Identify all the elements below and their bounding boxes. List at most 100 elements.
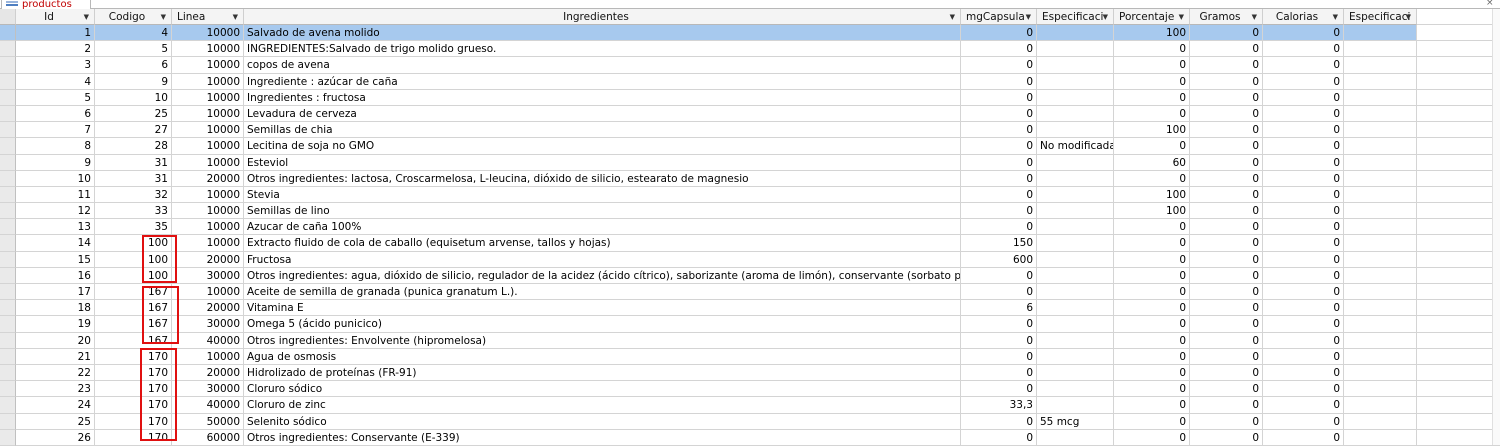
cell-calorias[interactable]: 0 (1263, 122, 1344, 139)
cell-linea[interactable]: 20000 (172, 364, 244, 382)
table-row[interactable]: 7 27 10000 Semillas de chia 0 100 0 0 (0, 122, 1500, 139)
cell-especificacion[interactable] (1037, 203, 1114, 220)
cell-calorias[interactable]: 0 (1263, 348, 1344, 365)
cell-codigo[interactable]: 170 (95, 429, 172, 446)
cell-linea[interactable]: 10000 (172, 284, 244, 301)
table-row[interactable]: 24 170 40000 Cloruro de zinc 33,3 0 0 0 (0, 397, 1500, 414)
column-header-calorias[interactable]: Calorias ▼ (1263, 9, 1344, 25)
cell-especificacion[interactable] (1037, 170, 1114, 187)
cell-especificacion[interactable] (1037, 122, 1114, 139)
cell-especificacion[interactable] (1037, 348, 1114, 365)
row-selector[interactable] (0, 122, 16, 139)
cell-mgcapsula[interactable]: 33,3 (961, 397, 1037, 414)
cell-id[interactable]: 6 (16, 105, 95, 123)
cell-mgcapsula[interactable]: 0 (961, 284, 1037, 301)
cell-calorias[interactable]: 0 (1263, 25, 1344, 42)
cell-ingredientes[interactable]: Otros ingredientes: Envolvente (hipromel… (244, 332, 961, 349)
cell-especificacion2[interactable] (1344, 316, 1417, 333)
cell-mgcapsula[interactable]: 0 (961, 348, 1037, 365)
column-header-especificacion2[interactable]: Especificaci ▼ (1344, 9, 1417, 25)
cell-calorias[interactable]: 0 (1263, 73, 1344, 90)
row-selector[interactable] (0, 429, 16, 446)
cell-gramos[interactable]: 0 (1190, 138, 1263, 155)
cell-especificacion2[interactable] (1344, 154, 1417, 171)
cell-gramos[interactable]: 0 (1190, 381, 1263, 398)
cell-gramos[interactable]: 0 (1190, 316, 1263, 333)
cell-gramos[interactable]: 0 (1190, 154, 1263, 171)
cell-especificacion[interactable] (1037, 219, 1114, 236)
cell-codigo[interactable]: 167 (95, 316, 172, 333)
cell-especificacion[interactable] (1037, 397, 1114, 414)
cell-especificacion2[interactable] (1344, 41, 1417, 58)
cell-ingredientes[interactable]: Aceite de semilla de granada (punica gra… (244, 284, 961, 301)
cell-calorias[interactable]: 0 (1263, 300, 1344, 317)
cell-porcentaje[interactable]: 0 (1114, 73, 1190, 90)
cell-mgcapsula[interactable]: 0 (961, 203, 1037, 220)
cell-gramos[interactable]: 0 (1190, 251, 1263, 268)
cell-linea[interactable]: 10000 (172, 41, 244, 58)
cell-linea[interactable]: 20000 (172, 300, 244, 317)
cell-linea[interactable]: 30000 (172, 267, 244, 284)
row-selector[interactable] (0, 219, 16, 236)
cell-porcentaje[interactable]: 0 (1114, 413, 1190, 430)
cell-codigo[interactable]: 35 (95, 219, 172, 236)
cell-calorias[interactable]: 0 (1263, 364, 1344, 382)
cell-calorias[interactable]: 0 (1263, 284, 1344, 301)
cell-codigo[interactable]: 25 (95, 105, 172, 123)
cell-mgcapsula[interactable]: 0 (961, 413, 1037, 430)
table-row[interactable]: 26 170 60000 Otros ingredientes: Conservant… (0, 429, 1500, 446)
cell-linea[interactable]: 20000 (172, 170, 244, 187)
table-row[interactable]: 12 33 10000 Semillas de lino 0 100 0 0 (0, 203, 1500, 220)
cell-calorias[interactable]: 0 (1263, 397, 1344, 414)
cell-ingredientes[interactable]: Hidrolizado de proteínas (FR-91) (244, 364, 961, 382)
cell-calorias[interactable]: 0 (1263, 57, 1344, 74)
cell-porcentaje[interactable]: 0 (1114, 429, 1190, 446)
column-header-codigo[interactable]: Codigo ▼ (95, 9, 172, 25)
cell-mgcapsula[interactable]: 0 (961, 219, 1037, 236)
row-selector[interactable] (0, 203, 16, 220)
cell-mgcapsula[interactable]: 0 (961, 57, 1037, 74)
cell-linea[interactable]: 50000 (172, 413, 244, 430)
column-header-linea[interactable]: Linea ▼ (172, 9, 244, 25)
cell-especificacion[interactable] (1037, 300, 1114, 317)
cell-porcentaje[interactable]: 100 (1114, 203, 1190, 220)
cell-id[interactable]: 17 (16, 284, 95, 301)
cell-especificacion2[interactable] (1344, 413, 1417, 430)
cell-linea[interactable]: 10000 (172, 89, 244, 106)
column-header-gramos[interactable]: Gramos ▼ (1190, 9, 1263, 25)
cell-ingredientes[interactable]: Fructosa (244, 251, 961, 268)
cell-codigo[interactable]: 167 (95, 300, 172, 317)
cell-id[interactable]: 2 (16, 41, 95, 58)
table-row[interactable]: 19 167 30000 Omega 5 (ácido punicico) 0 0 0 0 (0, 316, 1500, 333)
cell-ingredientes[interactable]: Ingrediente : azúcar de caña (244, 73, 961, 90)
cell-porcentaje[interactable]: 0 (1114, 235, 1190, 252)
cell-mgcapsula[interactable]: 0 (961, 105, 1037, 123)
cell-especificacion2[interactable] (1344, 267, 1417, 284)
chevron-down-icon[interactable]: ▼ (950, 9, 955, 24)
cell-calorias[interactable]: 0 (1263, 429, 1344, 446)
cell-codigo[interactable]: 170 (95, 397, 172, 414)
cell-codigo[interactable]: 31 (95, 154, 172, 171)
cell-codigo[interactable]: 9 (95, 73, 172, 90)
cell-codigo[interactable]: 33 (95, 203, 172, 220)
row-selector[interactable] (0, 154, 16, 171)
cell-codigo[interactable]: 32 (95, 186, 172, 204)
cell-gramos[interactable]: 0 (1190, 429, 1263, 446)
table-row[interactable]: 6 25 10000 Levadura de cerveza 0 0 0 0 (0, 105, 1500, 123)
cell-gramos[interactable]: 0 (1190, 284, 1263, 301)
chevron-down-icon[interactable]: ▼ (84, 9, 89, 24)
row-selector[interactable] (0, 364, 16, 382)
cell-ingredientes[interactable]: Selenito sódico (244, 413, 961, 430)
cell-mgcapsula[interactable]: 0 (961, 170, 1037, 187)
cell-ingredientes[interactable]: Ingredientes : fructosa (244, 89, 961, 106)
row-selector[interactable] (0, 138, 16, 155)
cell-especificacion2[interactable] (1344, 105, 1417, 123)
cell-ingredientes[interactable]: Otros ingredientes: Conservante (E-339) (244, 429, 961, 446)
row-selector[interactable] (0, 105, 16, 123)
cell-codigo[interactable]: 170 (95, 381, 172, 398)
cell-linea[interactable]: 10000 (172, 73, 244, 90)
cell-mgcapsula[interactable]: 0 (961, 364, 1037, 382)
cell-id[interactable]: 5 (16, 89, 95, 106)
cell-especificacion[interactable]: No modificada (1037, 138, 1114, 155)
chevron-down-icon[interactable]: ▼ (1026, 9, 1031, 24)
